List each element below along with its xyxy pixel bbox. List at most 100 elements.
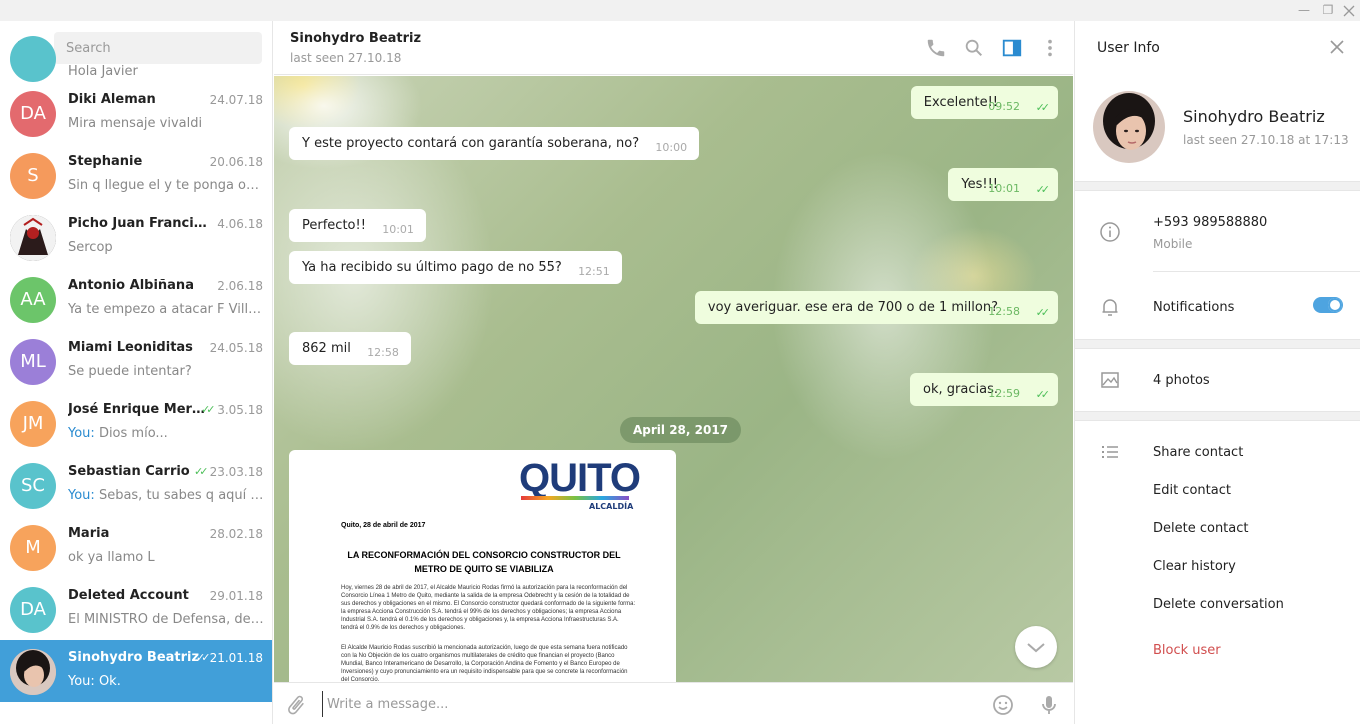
message-time: 10:01 [382,223,414,236]
document-image-message[interactable]: QUITO ALCALDÍA Quito, 28 de abril de 201… [289,450,676,682]
scroll-down-button[interactable] [1015,626,1057,668]
message-time: 12:58 [988,305,1020,318]
chat-name: Miami Leoniditas [68,340,193,355]
avatar [10,215,56,261]
user-info-panel: User Info Sinohydro Beatriz last seen 27… [1074,21,1360,724]
chat-preview: Hola Javier [68,64,138,79]
message-bubble[interactable]: Excelente!! 09:52 ✓✓ [910,86,1058,119]
chat-item[interactable]: Sinohydro Beatriz ✓✓ 21.01.18 You: Ok. [0,640,272,702]
row-divider [1153,271,1360,272]
search-input[interactable] [54,32,262,64]
chat-preview: You: Dios mío... [68,426,264,441]
avatar: S [10,153,56,199]
delete-contact-button[interactable]: Delete contact [1153,521,1249,536]
avatar: DA [10,587,56,633]
message-text: 862 mil [302,341,351,356]
user-last-seen: last seen 27.10.18 at 17:13 [1183,133,1349,147]
info-icon [1099,221,1121,243]
chat-preview: Sin q llegue el y te ponga obstá... [68,178,264,193]
message-bubble[interactable]: voy averiguar. ese era de 700 o de 1 mil… [694,291,1058,324]
chat-item-partial[interactable]: Hola Javier [0,36,272,82]
read-ticks-icon: ✓✓ [196,651,211,664]
share-contact-button[interactable]: Share contact [1153,445,1243,460]
message-text: Excelente!! [923,95,998,110]
read-ticks-icon: ✓✓ [1035,183,1051,196]
chat-item[interactable]: ML Miami Leoniditas 24.05.18 Se puede inten… [0,330,272,392]
message-time: 12:59 [988,387,1020,400]
chat-item[interactable]: DA Diki Aleman 24.07.18 Mira mensaje vivald… [0,82,272,144]
document-paragraph: Hoy, viernes 28 de abril de 2017, el Alc… [341,585,636,631]
chat-name: Picho Juan Francisco [68,216,208,231]
section-divider [1075,181,1360,191]
chat-item[interactable]: DA Deleted Account 29.01.18 El MINISTRO de … [0,578,272,640]
edit-contact-button[interactable]: Edit contact [1153,483,1231,498]
shared-photos-link[interactable]: 4 photos [1153,373,1210,388]
chat-date: 20.06.18 [209,155,263,169]
block-user-button[interactable]: Block user [1153,643,1221,658]
chat-preview: Ya te empezo a atacar F Vill con... [68,302,264,317]
notifications-toggle[interactable] [1313,297,1343,313]
chat-item[interactable]: S Stephanie 20.06.18 Sin q llegue el y te p… [0,144,272,206]
section-divider [1075,411,1360,421]
section-divider [1075,339,1360,349]
chat-name: Stephanie [68,154,143,169]
chat-name: Diki Aleman [68,92,156,107]
you-prefix: You: [68,426,95,441]
chat-item[interactable]: SC Sebastian Carrio ✓✓ 23.03.18 You: Sebas, … [0,454,272,516]
document-paragraph: El Alcalde Mauricio Rodas suscribió la m… [341,645,628,682]
message-input[interactable] [322,691,962,717]
panel-title: User Info [1097,40,1160,56]
bell-icon [1099,296,1121,318]
read-ticks-icon: ✓✓ [194,465,209,478]
window-close-button[interactable] [1338,2,1360,19]
avatar: AA [10,277,56,323]
message-bubble[interactable]: Perfecto!! 10:01 [289,209,426,242]
message-time: 12:51 [578,265,610,278]
message-bubble[interactable]: Yes!!! 10:01 ✓✓ [948,168,1058,201]
message-bubble[interactable]: Ya ha recibido su último pago de no 55? … [289,251,622,284]
avatar: DA [10,91,56,137]
chat-pane: Sinohydro Beatriz last seen 27.10.18 Exc… [274,21,1073,724]
phone-icon[interactable] [925,37,947,59]
chat-preview: El MINISTRO de Defensa, defini... [68,612,264,627]
more-icon[interactable] [1039,37,1061,59]
minimize-button[interactable]: — [1293,2,1315,19]
message-bubble[interactable]: ok, gracias. 12:59 ✓✓ [910,373,1058,406]
avatar [10,649,56,695]
photo-icon [1099,369,1121,391]
delete-conversation-button[interactable]: Delete conversation [1153,597,1284,612]
read-ticks-icon: ✓✓ [201,403,216,416]
maximize-button[interactable]: ❐ [1317,2,1339,19]
search-icon[interactable] [963,37,985,59]
message-time: 09:52 [988,100,1020,113]
peer-name[interactable]: Sinohydro Beatriz [290,31,421,46]
chat-preview: Se puede intentar? [68,364,192,379]
message-bubble[interactable]: 862 mil 12:58 [289,332,411,365]
chat-preview: Sercop [68,240,113,255]
message-area[interactable]: Excelente!! 09:52 ✓✓ Y este proyecto con… [274,76,1073,682]
user-name: Sinohydro Beatriz [1183,107,1325,126]
attach-icon[interactable] [284,693,308,717]
phone-number[interactable]: +593 989588880 [1153,215,1267,230]
sidebar-toggle-icon[interactable] [1001,37,1023,59]
chat-preview: Mira mensaje vivaldi [68,116,203,131]
document-date: Quito, 28 de abril de 2017 [341,522,426,529]
avatar[interactable] [1093,91,1165,163]
chat-preview: You: Ok. [68,674,264,689]
chat-item[interactable]: Picho Juan Francisco 4.06.18 Sercop [0,206,272,268]
chat-date: 23.03.18 [209,465,263,479]
mic-icon[interactable] [1037,693,1061,717]
chat-item[interactable]: JM José Enrique Merc... ✓✓ 3.05.18 You: Dios… [0,392,272,454]
emoji-icon[interactable] [991,693,1015,717]
chat-name: Sebastian Carrio [68,464,190,479]
chat-item[interactable]: M Maria 28.02.18 ok ya llamo L [0,516,272,578]
read-ticks-icon: ✓✓ [1035,388,1051,401]
close-icon[interactable] [1328,38,1346,56]
chat-list: Hola Javier DA Diki Aleman 24.07.18 Mira me… [0,36,272,702]
message-bubble[interactable]: Y este proyecto contará con garantía sob… [289,127,700,160]
clear-history-button[interactable]: Clear history [1153,559,1236,574]
chat-item[interactable]: AA Antonio Albiñana 2.06.18 Ya te empezo a … [0,268,272,330]
avatar: ML [10,339,56,385]
chevron-down-icon [1027,643,1045,653]
read-ticks-icon: ✓✓ [1035,306,1051,319]
